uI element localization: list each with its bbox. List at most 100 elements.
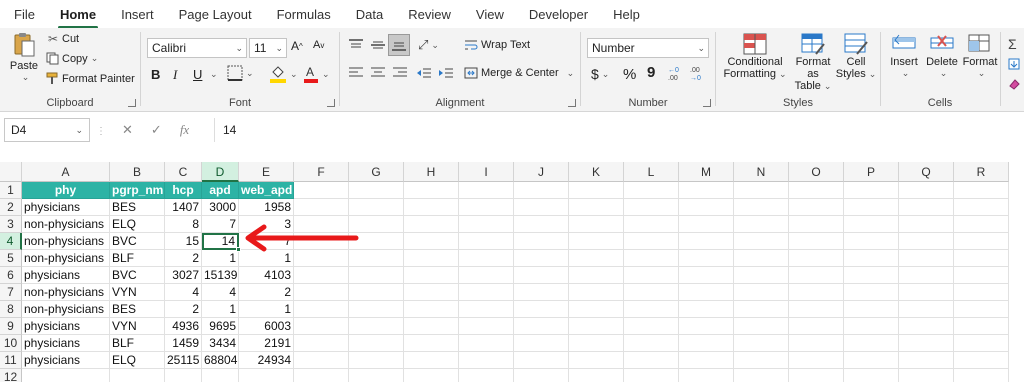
menu-review[interactable]: Review	[406, 3, 453, 26]
cell-r5[interactable]	[954, 250, 1009, 267]
format-cells-button[interactable]: Format ⌄	[961, 32, 999, 79]
cell-a6[interactable]: physicians	[22, 267, 110, 284]
cell-b8[interactable]: BES	[110, 301, 165, 318]
table-header-cell[interactable]: web_apd	[239, 182, 294, 199]
borders-button[interactable]: ⌄	[227, 65, 254, 81]
cell-p1[interactable]	[844, 182, 899, 199]
cell-n2[interactable]	[734, 199, 789, 216]
cell-h8[interactable]	[404, 301, 459, 318]
row-header-4[interactable]: 4	[0, 233, 22, 250]
font-size-select[interactable]: 11 ⌄	[249, 38, 287, 58]
cell-r11[interactable]	[954, 352, 1009, 369]
cell-c3[interactable]: 8	[165, 216, 202, 233]
cell-i6[interactable]	[459, 267, 514, 284]
cell-i5[interactable]	[459, 250, 514, 267]
column-header-l[interactable]: L	[624, 162, 679, 182]
column-header-q[interactable]: Q	[899, 162, 954, 182]
cell-o11[interactable]	[789, 352, 844, 369]
menu-page-layout[interactable]: Page Layout	[177, 3, 254, 26]
cell-f2[interactable]	[294, 199, 349, 216]
decrease-indent-button[interactable]	[416, 66, 432, 80]
cell-r6[interactable]	[954, 267, 1009, 284]
cell-a8[interactable]: non-physicians	[22, 301, 110, 318]
cell-a10[interactable]: physicians	[22, 335, 110, 352]
row-header-7[interactable]: 7	[0, 284, 22, 301]
column-header-h[interactable]: H	[404, 162, 459, 182]
column-header-j[interactable]: J	[514, 162, 569, 182]
cell-q3[interactable]	[899, 216, 954, 233]
cell-h3[interactable]	[404, 216, 459, 233]
cell-l3[interactable]	[624, 216, 679, 233]
cell-k9[interactable]	[569, 318, 624, 335]
cell-b7[interactable]: VYN	[110, 284, 165, 301]
cell-g1[interactable]	[349, 182, 404, 199]
cell-j10[interactable]	[514, 335, 569, 352]
formula-input[interactable]: 14	[214, 118, 1020, 142]
cell-n3[interactable]	[734, 216, 789, 233]
cell-k11[interactable]	[569, 352, 624, 369]
cell-p9[interactable]	[844, 318, 899, 335]
cell-r8[interactable]	[954, 301, 1009, 318]
cell-c4[interactable]: 15	[165, 233, 202, 250]
cell-o7[interactable]	[789, 284, 844, 301]
column-header-k[interactable]: K	[569, 162, 624, 182]
cell-j4[interactable]	[514, 233, 569, 250]
menu-developer[interactable]: Developer	[527, 3, 590, 26]
menu-home[interactable]: Home	[57, 3, 99, 29]
cell-q7[interactable]	[899, 284, 954, 301]
cell-e8[interactable]: 1	[239, 301, 294, 318]
cell-n6[interactable]	[734, 267, 789, 284]
cell-b4[interactable]: BVC	[110, 233, 165, 250]
row-header-2[interactable]: 2	[0, 199, 22, 216]
increase-decimal-button[interactable]: ←0.00	[667, 64, 685, 82]
cell-e2[interactable]: 1958	[239, 199, 294, 216]
cell-f8[interactable]	[294, 301, 349, 318]
cell-c12[interactable]	[165, 369, 202, 382]
drag-handle-icon[interactable]: ⋮	[96, 126, 106, 137]
cell-a5[interactable]: non-physicians	[22, 250, 110, 267]
cell-r7[interactable]	[954, 284, 1009, 301]
column-header-g[interactable]: G	[349, 162, 404, 182]
cell-b11[interactable]: ELQ	[110, 352, 165, 369]
cell-h7[interactable]	[404, 284, 459, 301]
dialog-launcher-icon[interactable]	[128, 99, 136, 107]
clear-button[interactable]	[1008, 78, 1020, 90]
row-header-11[interactable]: 11	[0, 352, 22, 369]
cell-m6[interactable]	[679, 267, 734, 284]
cell-b6[interactable]: BVC	[110, 267, 165, 284]
cell-j7[interactable]	[514, 284, 569, 301]
column-header-a[interactable]: A	[22, 162, 110, 182]
cell-q11[interactable]	[899, 352, 954, 369]
copy-button[interactable]: Copy ⌄	[46, 52, 98, 65]
menu-help[interactable]: Help	[611, 3, 642, 26]
cell-q6[interactable]	[899, 267, 954, 284]
cell-j9[interactable]	[514, 318, 569, 335]
cell-j2[interactable]	[514, 199, 569, 216]
cell-r12[interactable]	[954, 369, 1009, 382]
decrease-decimal-button[interactable]: .00 →0	[689, 64, 707, 82]
underline-button[interactable]: U	[193, 67, 202, 82]
merge-center-button[interactable]: Merge & Center ⌄	[464, 66, 574, 80]
cell-g6[interactable]	[349, 267, 404, 284]
cell-d10[interactable]: 3434	[202, 335, 239, 352]
select-all-corner[interactable]	[0, 162, 22, 182]
table-header-cell[interactable]: apd	[202, 182, 239, 199]
cell-f9[interactable]	[294, 318, 349, 335]
cell-i2[interactable]	[459, 199, 514, 216]
cell-styles-button[interactable]: Cell Styles ⌄	[836, 32, 876, 80]
cell-k12[interactable]	[569, 369, 624, 382]
cell-k8[interactable]	[569, 301, 624, 318]
cell-o3[interactable]	[789, 216, 844, 233]
cell-p4[interactable]	[844, 233, 899, 250]
cell-g7[interactable]	[349, 284, 404, 301]
cell-c2[interactable]: 1407	[165, 199, 202, 216]
cell-k2[interactable]	[569, 199, 624, 216]
cell-i3[interactable]	[459, 216, 514, 233]
cell-n10[interactable]	[734, 335, 789, 352]
decrease-font-button[interactable]: Av	[313, 39, 324, 51]
column-header-o[interactable]: O	[789, 162, 844, 182]
format-painter-button[interactable]: Format Painter	[46, 72, 135, 85]
increase-font-button[interactable]: A ^	[291, 39, 303, 53]
cell-g12[interactable]	[349, 369, 404, 382]
cell-m7[interactable]	[679, 284, 734, 301]
